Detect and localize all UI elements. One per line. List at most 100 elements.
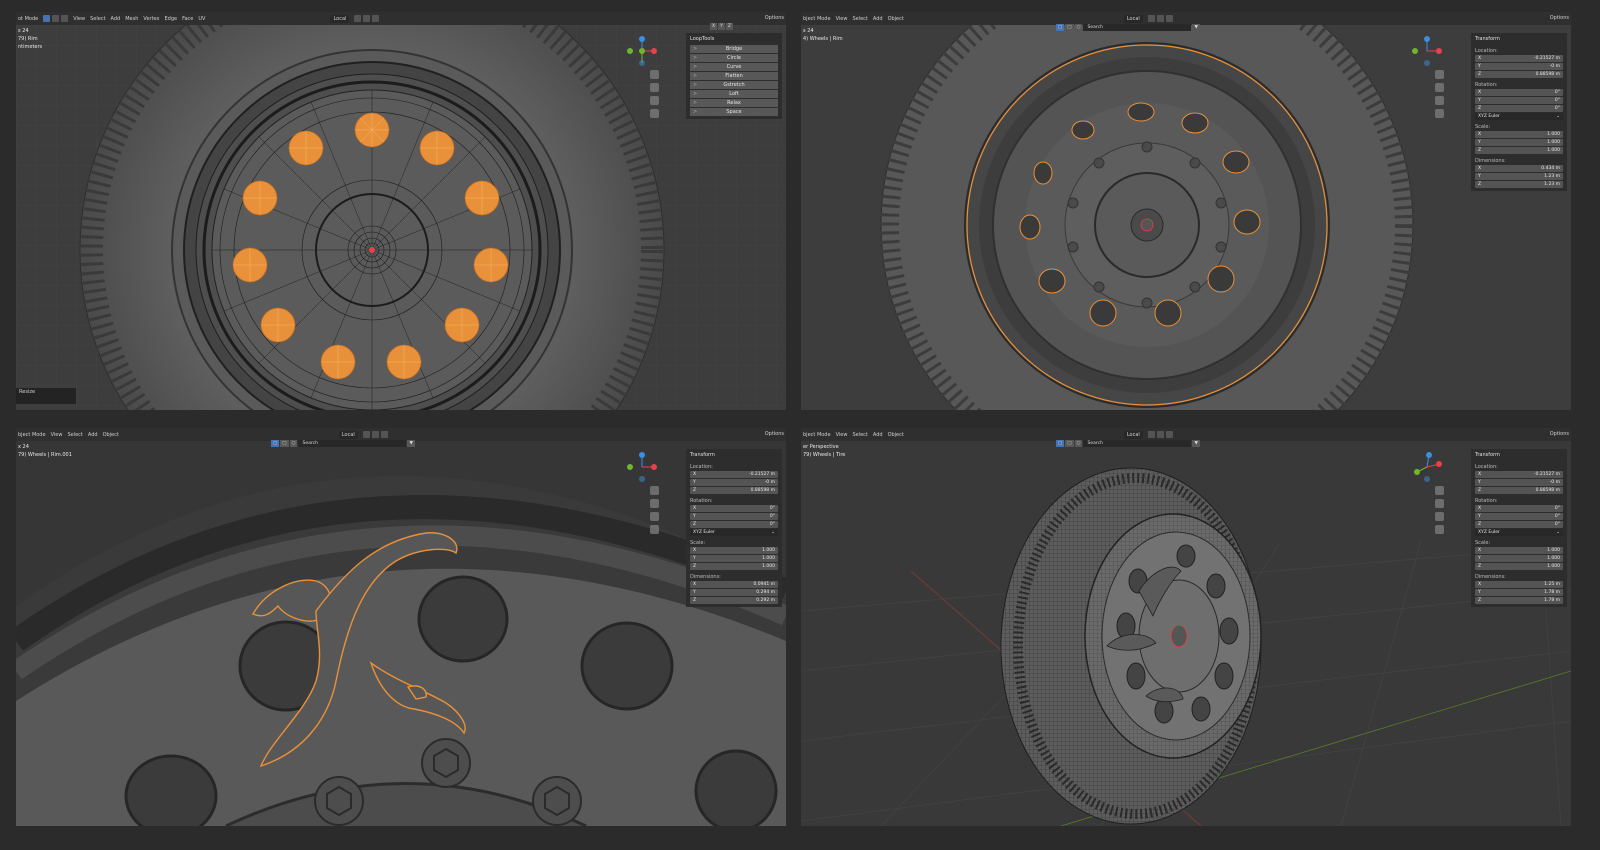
navigation-gizmo-icon[interactable]: [1412, 36, 1442, 66]
menu-select[interactable]: Select: [852, 432, 867, 438]
menu-face[interactable]: Face: [182, 16, 193, 22]
menu-mode[interactable]: ot Mode: [18, 16, 38, 22]
rotation-mode-select[interactable]: XYZ Euler ⌄: [690, 529, 778, 536]
wheel-perspective-view[interactable]: [801, 441, 1571, 826]
menu-edge[interactable]: Edge: [164, 16, 177, 22]
panel-title[interactable]: Transform: [1473, 35, 1565, 45]
scale-z-field[interactable]: Z 1.000: [690, 563, 778, 570]
menu-add[interactable]: Add: [88, 432, 98, 438]
tool-box-icon[interactable]: □: [1065, 24, 1074, 31]
grid-icon[interactable]: [1435, 109, 1444, 118]
looptools-gstretch-button[interactable]: Gstretch: [690, 81, 778, 89]
menu-mode[interactable]: bject Mode: [803, 16, 831, 22]
tool-select-icon[interactable]: □: [1056, 440, 1065, 447]
location-y-field[interactable]: Y -0 m: [1475, 63, 1563, 70]
menu-vertex[interactable]: Vertex: [143, 16, 159, 22]
menu-view[interactable]: View: [836, 432, 848, 438]
menu-mode[interactable]: bject Mode: [803, 432, 831, 438]
panel-title[interactable]: LoopTools: [688, 35, 780, 45]
transform-orientation-select[interactable]: Local: [330, 14, 350, 23]
tool-circle-icon[interactable]: ○: [1074, 24, 1083, 31]
panel-title[interactable]: Transform: [1473, 451, 1565, 461]
transform-orientation-select[interactable]: Local: [338, 430, 358, 439]
panel-title[interactable]: Transform: [688, 451, 780, 461]
axis-constraint-buttons[interactable]: X Y Z: [710, 23, 733, 30]
hand-icon[interactable]: [650, 83, 659, 92]
menu-select[interactable]: Select: [852, 16, 867, 22]
options-button[interactable]: Options: [765, 12, 784, 25]
tool-circle-icon[interactable]: ○: [1074, 440, 1083, 447]
zoom-icon[interactable]: [1435, 70, 1444, 79]
grid-icon[interactable]: [650, 109, 659, 118]
transform-orientation-select[interactable]: Local: [1123, 430, 1143, 439]
tool-circle-icon[interactable]: ○: [289, 440, 298, 447]
transform-orientation-select[interactable]: Local: [1123, 14, 1143, 23]
menu-select[interactable]: Select: [67, 432, 82, 438]
filter-icon[interactable]: ▼: [1192, 440, 1200, 447]
tool-select-icon[interactable]: □: [271, 440, 280, 447]
search-field[interactable]: Search: [1083, 24, 1192, 31]
options-button[interactable]: Options: [765, 428, 784, 441]
hand-icon[interactable]: [1435, 83, 1444, 92]
looptools-space-button[interactable]: Space: [690, 108, 778, 116]
zoom-icon[interactable]: [650, 70, 659, 79]
navigation-gizmo-icon[interactable]: [627, 452, 657, 482]
search-field[interactable]: Search: [298, 440, 407, 447]
options-button[interactable]: Options: [1550, 428, 1569, 441]
location-z-field[interactable]: Z 0.88598 m: [690, 487, 778, 494]
pivot-snap-buttons[interactable]: [362, 431, 388, 438]
menu-add[interactable]: Add: [111, 16, 121, 22]
grid-icon[interactable]: [1435, 525, 1444, 534]
camera-icon[interactable]: [1435, 96, 1444, 105]
rotation-x-field[interactable]: X 0°: [1475, 505, 1563, 512]
zoom-icon[interactable]: [650, 486, 659, 495]
options-button[interactable]: Options: [1550, 12, 1569, 25]
navigation-gizmo-icon[interactable]: [627, 36, 657, 66]
dimensions-x-field[interactable]: X 1.25 m: [1475, 581, 1563, 588]
axis-x-button[interactable]: X: [710, 23, 718, 30]
rotation-y-field[interactable]: Y 0°: [690, 513, 778, 520]
rotation-z-field[interactable]: Z 0°: [690, 521, 778, 528]
viewport-top-right[interactable]: bject Mode View Select Add Object Local …: [801, 12, 1571, 410]
menu-view[interactable]: View: [51, 432, 63, 438]
rotation-x-field[interactable]: X 0°: [1475, 89, 1563, 96]
looptools-bridge-button[interactable]: Bridge: [690, 45, 778, 53]
scale-y-field[interactable]: Y 1.000: [1475, 139, 1563, 146]
menu-uv[interactable]: UV: [198, 16, 205, 22]
select-mode-buttons[interactable]: [43, 15, 69, 22]
menu-view[interactable]: View: [73, 16, 85, 22]
menu-object[interactable]: Object: [103, 432, 119, 438]
viewport-bottom-left[interactable]: bject Mode View Select Add Object Local …: [16, 428, 786, 826]
menu-mesh[interactable]: Mesh: [125, 16, 138, 22]
menu-add[interactable]: Add: [873, 16, 883, 22]
tool-select-icon[interactable]: □: [1056, 24, 1065, 31]
axis-y-button[interactable]: Y: [718, 23, 725, 30]
tool-box-icon[interactable]: □: [1065, 440, 1074, 447]
filter-icon[interactable]: ▼: [1192, 24, 1200, 31]
menu-object[interactable]: Object: [888, 16, 904, 22]
wheel-edit-mesh-view[interactable]: [16, 25, 786, 410]
dimensions-z-field[interactable]: Z 0.292 m: [690, 597, 778, 604]
dimensions-z-field[interactable]: Z 1.23 m: [1475, 181, 1563, 188]
rotation-mode-select[interactable]: XYZ Euler ⌄: [1475, 113, 1563, 120]
navigation-gizmo-icon[interactable]: [1412, 452, 1442, 482]
viewport-bottom-right[interactable]: bject Mode View Select Add Object Local …: [801, 428, 1571, 826]
search-field[interactable]: Search: [1083, 440, 1192, 447]
location-z-field[interactable]: Z 0.88598 m: [1475, 71, 1563, 78]
camera-icon[interactable]: [1435, 512, 1444, 521]
menu-mode[interactable]: bject Mode: [18, 432, 46, 438]
zoom-icon[interactable]: [1435, 486, 1444, 495]
operator-status[interactable]: Resize: [16, 388, 76, 404]
rotation-mode-select[interactable]: XYZ Euler ⌄: [1475, 529, 1563, 536]
viewport-top-left[interactable]: ot Mode View Select Add Mesh Vertex Edge…: [16, 12, 786, 410]
scale-z-field[interactable]: Z 1.000: [1475, 147, 1563, 154]
location-x-field[interactable]: X -0.21527 m: [1475, 471, 1563, 478]
location-x-field[interactable]: X -0.21527 m: [690, 471, 778, 478]
pivot-snap-buttons[interactable]: [354, 15, 380, 22]
looptools-loft-button[interactable]: Loft: [690, 90, 778, 98]
grid-icon[interactable]: [650, 525, 659, 534]
scale-x-field[interactable]: X 1.000: [1475, 131, 1563, 138]
looptools-relax-button[interactable]: Relax: [690, 99, 778, 107]
looptools-circle-button[interactable]: Circle: [690, 54, 778, 62]
location-z-field[interactable]: Z 0.88598 m: [1475, 487, 1563, 494]
